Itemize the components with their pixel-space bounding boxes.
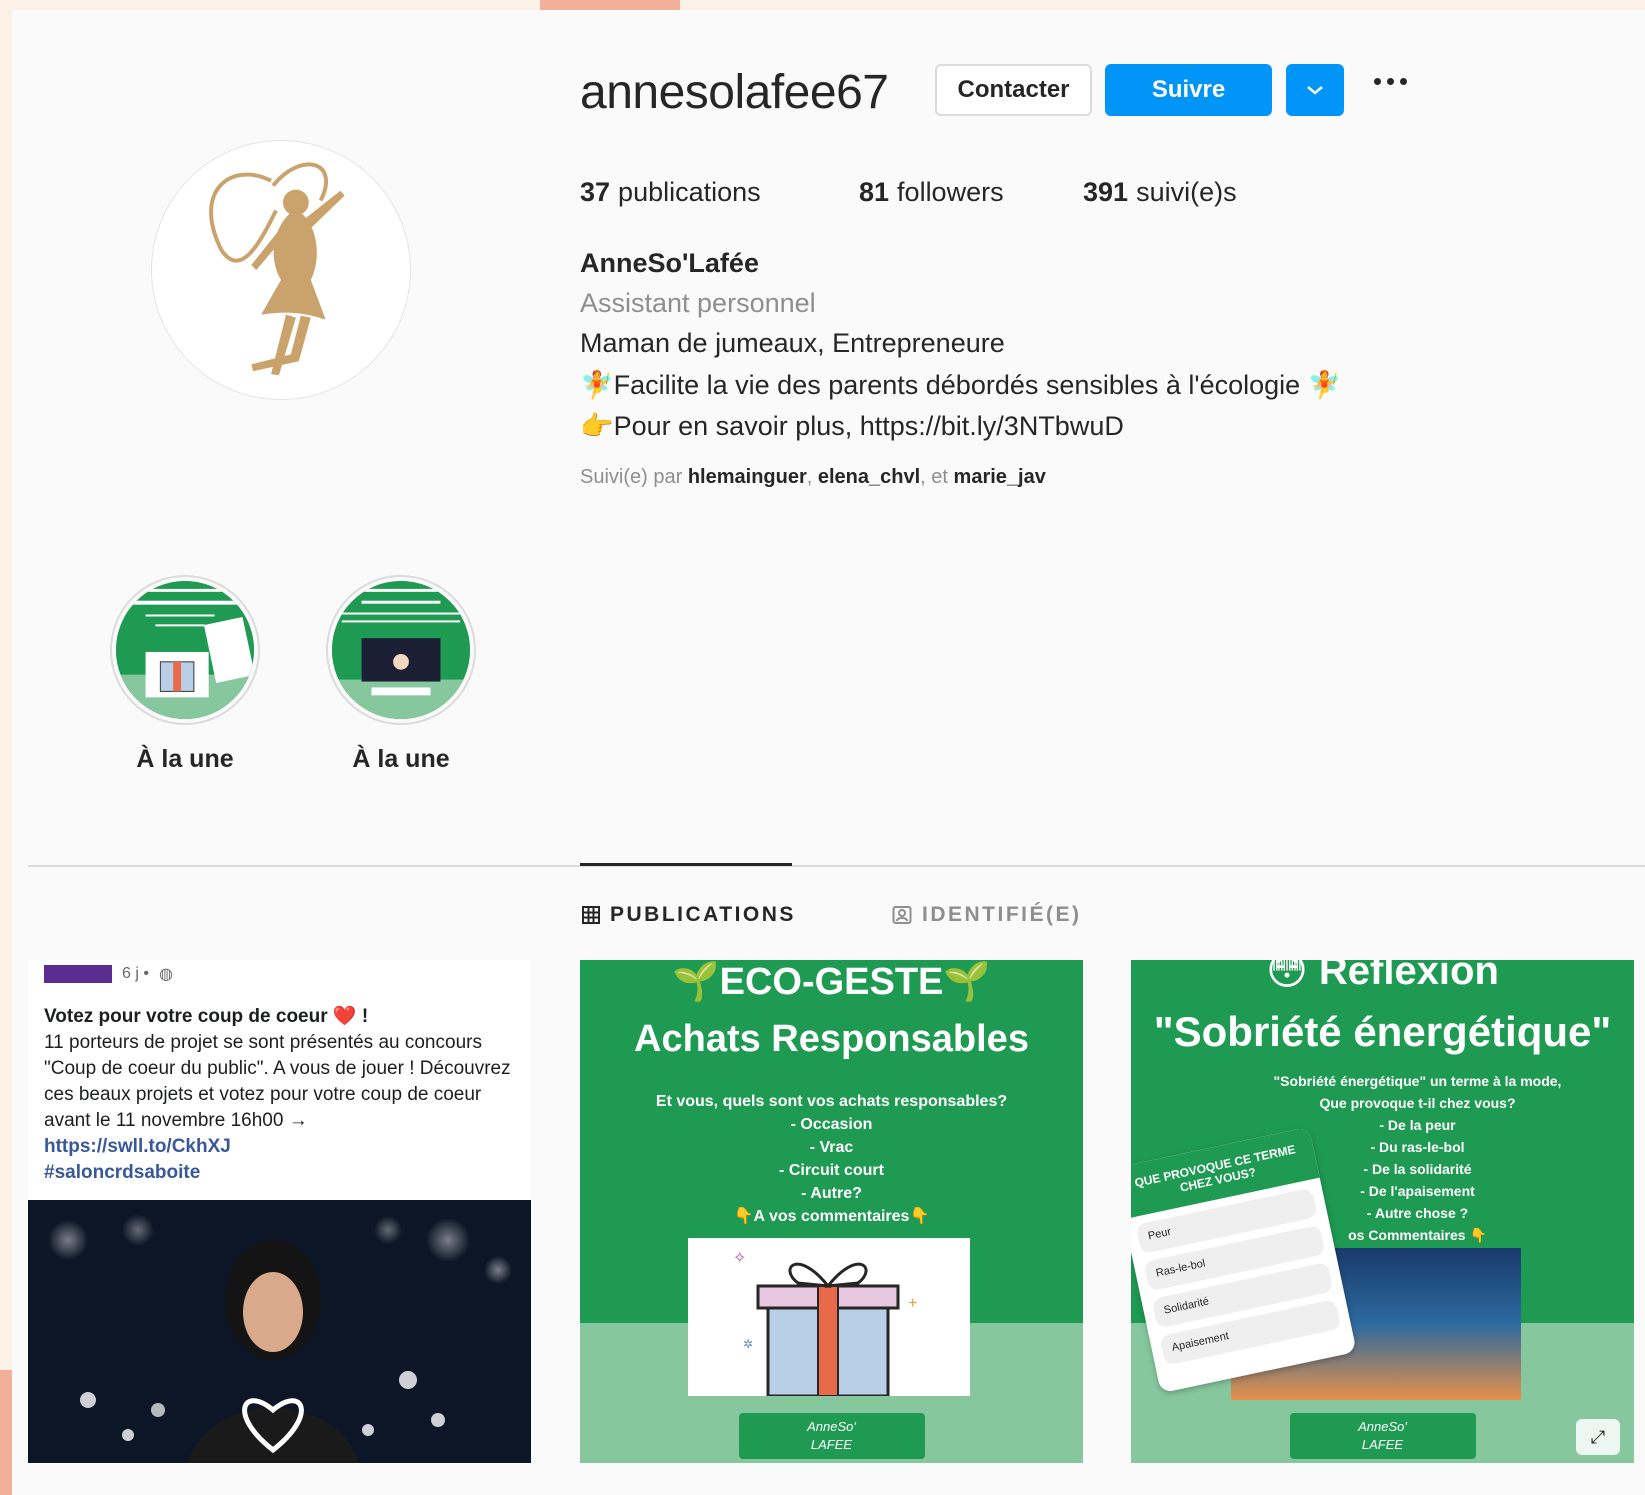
brand-line: LAFEE [1361, 1437, 1404, 1452]
bio-line: 🧚Facilite la vie des parents débordés se… [580, 370, 1342, 400]
post-body-line: Et vous, quels sont vos achats responsab… [655, 1093, 1008, 1110]
highlight-cover [332, 581, 470, 719]
suggestions-dropdown-button[interactable] [1286, 64, 1344, 116]
highlight-cover [116, 581, 254, 719]
post-caption-title: Votez pour votre coup de coeur ❤️ ! [44, 1006, 369, 1027]
post-caption: Votez pour votre coup de coeur ❤️ ! 11 p… [44, 1004, 514, 1186]
page-logo [44, 965, 112, 983]
followers-stat[interactable]: 81 followers [859, 177, 1004, 208]
brand-badge: AnneSo' LAFEE [738, 1413, 925, 1459]
following-count: 391 [1083, 177, 1129, 207]
followers-count: 81 [859, 177, 890, 207]
profile-full-name: AnneSo'Lafée [580, 248, 759, 278]
profile-avatar[interactable] [151, 140, 411, 400]
follower-name[interactable]: marie_jav [954, 466, 1046, 488]
grid-icon [582, 906, 600, 924]
story-highlight[interactable]: À la une [321, 575, 481, 774]
followers-label: followers [897, 177, 1004, 207]
gift-illustration: ✧ + ✲ [688, 1238, 970, 1398]
active-tab-indicator [580, 863, 792, 866]
following-label: suivi(e)s [1136, 177, 1237, 207]
brand-badge: AnneSo' LAFEE [1289, 1413, 1476, 1459]
story-highlight[interactable]: À la une [105, 575, 265, 774]
expand-icon[interactable]: ⤢ [1576, 1419, 1620, 1455]
post-body-line: "Sobriété énergétique" un terme à la mod… [1273, 1073, 1562, 1089]
profile-username: annesolafee67 [580, 66, 889, 119]
follower-name[interactable]: hlemainguer [688, 466, 807, 488]
post-time: 6 j • [122, 965, 149, 982]
post-caption-body: 11 porteurs de projet se sont présentés … [44, 1032, 511, 1131]
decorative-bar-top [540, 0, 680, 10]
posts-count-stat: 37 publications [580, 177, 761, 208]
brand-line: LAFEE [810, 1437, 853, 1452]
more-options-icon[interactable] [1374, 78, 1407, 85]
post-link: https://swll.to/CkhXJ [44, 1136, 231, 1157]
post-thumbnail[interactable]: 6 j • ◍ Votez pour votre coup de coeur ❤… [28, 960, 531, 1463]
bio-link-line[interactable]: 👉Pour en savoir plus, https://bit.ly/3NT… [580, 410, 1124, 442]
post-body-line: - Vrac [809, 1139, 854, 1156]
brand-line: AnneSo' [807, 1419, 856, 1434]
highlight-label: À la une [136, 745, 234, 773]
svg-text:✲: ✲ [743, 1337, 753, 1351]
post-body-line: - Occasion [790, 1116, 873, 1133]
tab-tagged[interactable]: IDENTIFIÉ(E) [892, 903, 1082, 927]
posts-label: publications [618, 177, 761, 207]
post-body-line: - De la peur [1379, 1117, 1456, 1133]
tabs-divider [28, 865, 1645, 867]
followed-by-and: et [931, 466, 948, 488]
post-thumbnail[interactable]: 😳 Reflexion "Sobriété énergétique" "Sobr… [1131, 960, 1634, 1463]
fairy-logo-icon [209, 162, 345, 376]
followed-by[interactable]: Suivi(e) par hlemainguer, elena_chvl, et… [580, 466, 1046, 489]
post-body-line: Que provoque t-il chez vous? [1319, 1095, 1516, 1111]
highlight-ring [110, 575, 260, 725]
post-body: Et vous, quels sont vos achats responsab… [580, 1090, 1083, 1228]
follower-name[interactable]: elena_chvl [818, 466, 920, 488]
tab-publications[interactable]: PUBLICATIONS [582, 903, 796, 927]
post-thumbnail[interactable]: 🌱ECO-GESTE🌱 Achats Responsables Et vous,… [580, 960, 1083, 1463]
svg-text:✧: ✧ [733, 1250, 746, 1267]
globe-icon: ◍ [158, 966, 173, 983]
brand-line: AnneSo' [1358, 1419, 1407, 1434]
post-body-line: - Autre? [801, 1185, 862, 1202]
contact-button[interactable]: Contacter [935, 64, 1092, 116]
post-subheading: "Sobriété énergétique" [1153, 1008, 1612, 1055]
post-body-line: - Circuit court [779, 1162, 884, 1179]
following-stat[interactable]: 391 suivi(e)s [1083, 177, 1237, 208]
profile-category: Assistant personnel [580, 288, 816, 318]
post-header: 6 j • ◍ [44, 964, 173, 984]
follow-button[interactable]: Suivre [1105, 64, 1272, 116]
tagged-person-icon [892, 906, 912, 924]
tab-tagged-label: IDENTIFIÉ(E) [922, 903, 1082, 926]
post-heading: 🌱ECO-GESTE🌱 [672, 961, 991, 1003]
svg-text:+: + [908, 1295, 917, 1312]
post-heading: 😳 Reflexion [1266, 960, 1499, 993]
highlight-ring [326, 575, 476, 725]
followed-by-prefix: Suivi(e) par [580, 466, 683, 488]
post-photo [28, 1200, 531, 1463]
post-body-line: 👇A vos commentaires👇 [733, 1208, 930, 1225]
post-hashtag: #saloncrdsaboite [44, 1162, 201, 1183]
chevron-down-icon [1307, 86, 1323, 95]
gift-icon: ✧ + ✲ [733, 1250, 917, 1398]
highlight-label: À la une [352, 745, 450, 773]
tab-publications-label: PUBLICATIONS [610, 903, 796, 926]
bio-line: Maman de jumeaux, Entrepreneure [580, 328, 1005, 358]
post-subheading: Achats Responsables [634, 1018, 1029, 1060]
profile-page: annesolafee67 Contacter Suivre 37 publica… [12, 10, 1645, 1495]
posts-count: 37 [580, 177, 611, 207]
decorative-bar-left [0, 1370, 12, 1495]
